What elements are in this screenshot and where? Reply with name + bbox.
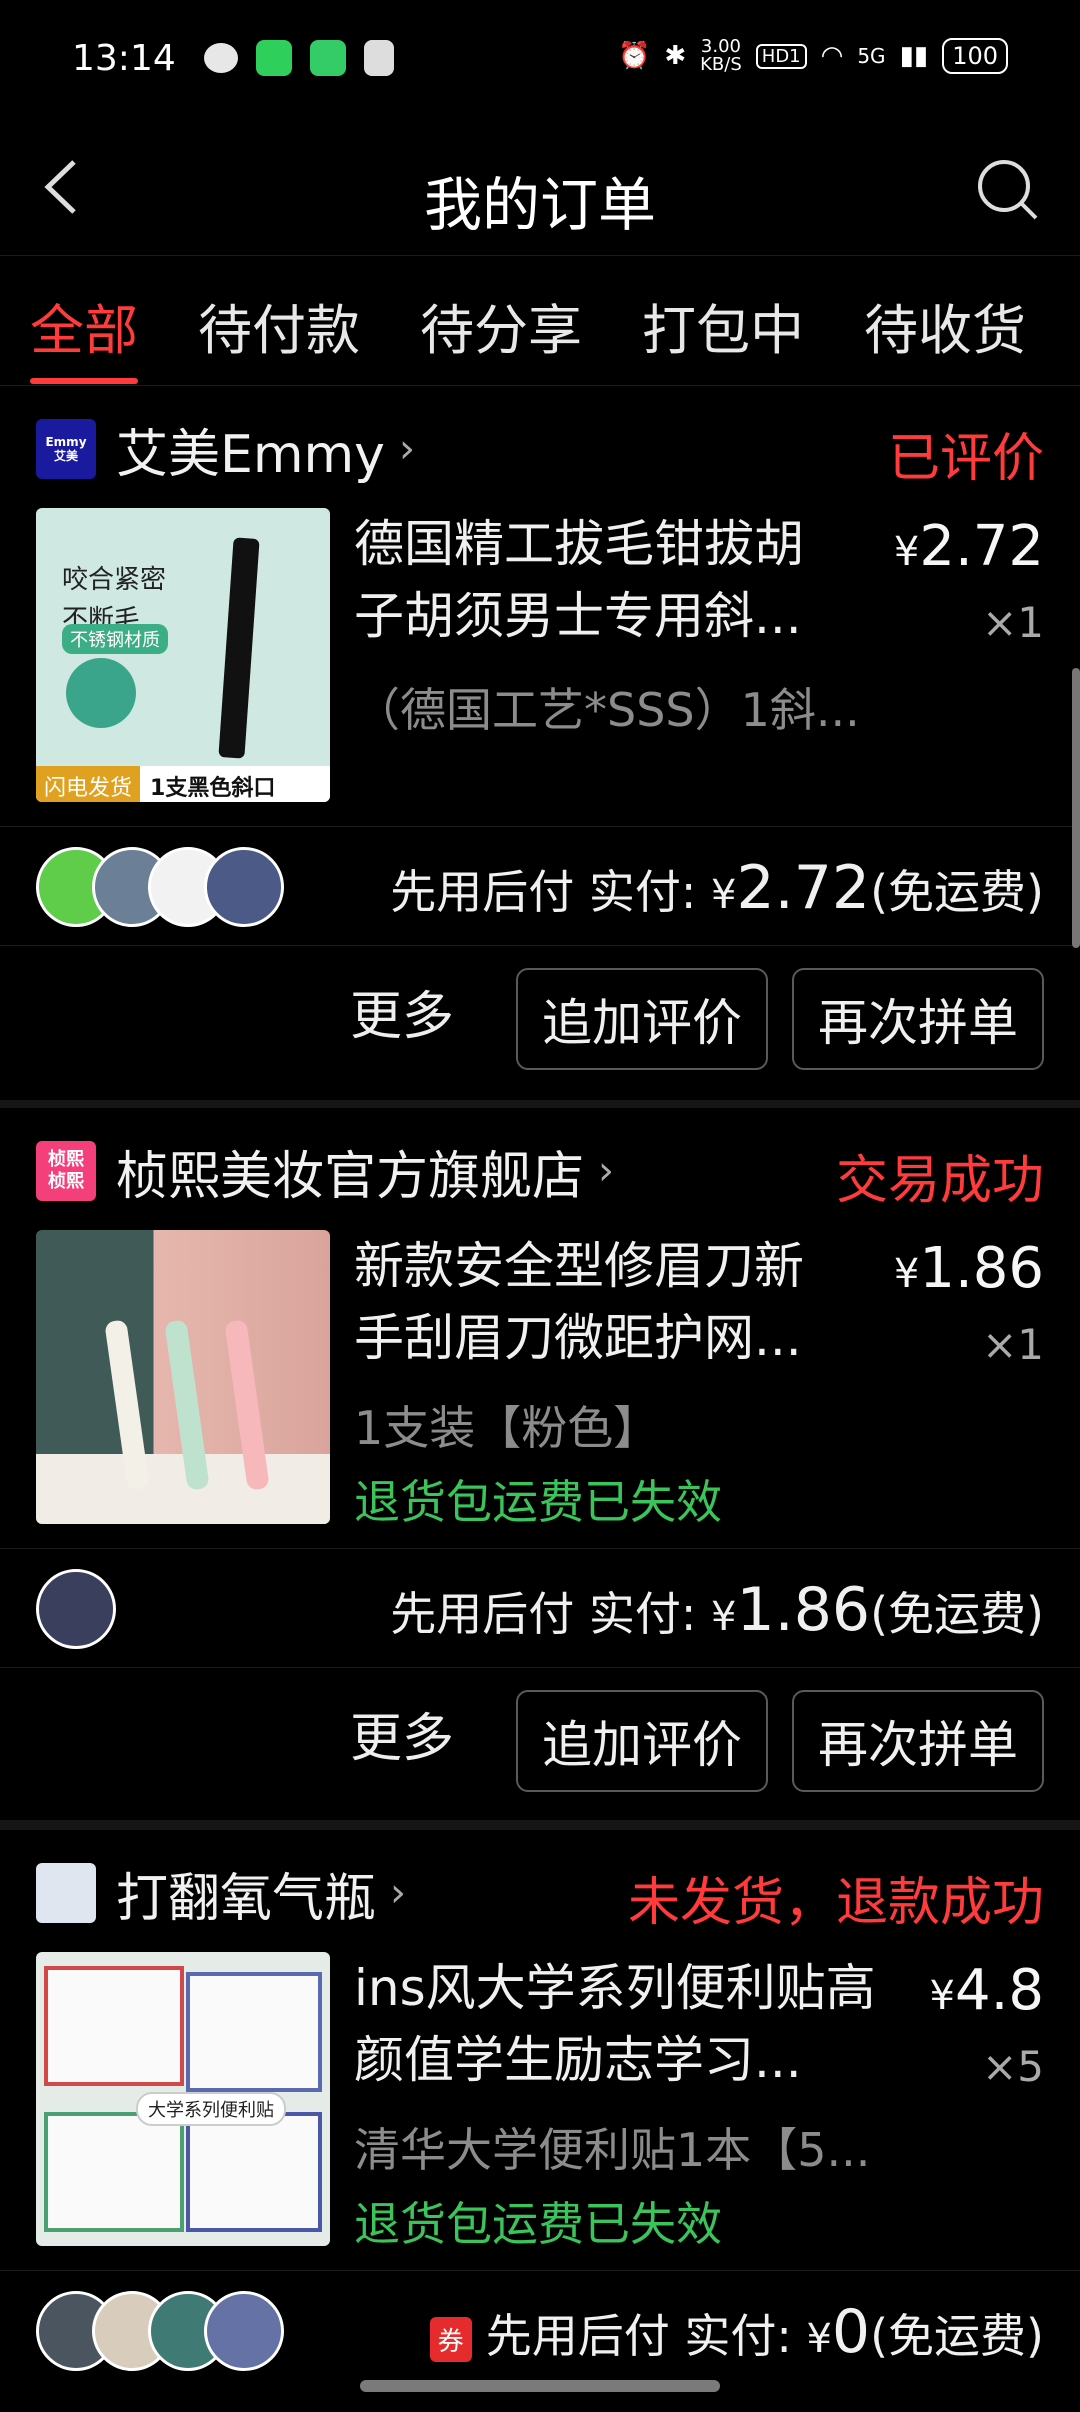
shop-name: 打翻氧气瓶: [116, 1868, 377, 1929]
header-bar: 我的订单: [0, 120, 1080, 256]
tweezers-image: [218, 537, 260, 759]
more-button[interactable]: 更多: [350, 1696, 454, 1771]
signal-5g: 5G: [857, 44, 886, 68]
system-icons: ⏰ ✱ 3.00 KB/S HD1 ◠ 5G ▮▮ 100: [618, 38, 1008, 74]
product-quantity: ×1: [982, 1320, 1044, 1369]
home-indicator[interactable]: [360, 2380, 720, 2392]
order-card: 打翻氧气瓶 › 未发货，退款成功 大学系列便利贴 ins风大学系列便利贴高颜值学…: [0, 1830, 1080, 2412]
shop-logo: 桢熙 桢熙: [36, 1141, 96, 1201]
shop-name: 艾美Emmy: [116, 424, 385, 485]
download-icon: [364, 40, 394, 76]
thumb-zoom-circle: [66, 658, 136, 728]
shop-link[interactable]: 桢熙 桢熙 桢熙美妆官方旗舰店 ›: [36, 1138, 615, 1207]
group-avatars[interactable]: [36, 1569, 116, 1649]
product-price: ¥1.86: [893, 1236, 1044, 1301]
payment-row: 券先用后付 实付: ¥0(免运费): [0, 2270, 1080, 2390]
product-title[interactable]: ins风大学系列便利贴高颜值学生励志学习...: [354, 1952, 894, 2096]
network-speed: 3.00 KB/S: [700, 36, 742, 75]
add-review-button[interactable]: 追加评价: [516, 1690, 768, 1792]
chevron-right-icon: ›: [598, 1148, 615, 1194]
chevron-right-icon: ›: [398, 426, 415, 472]
product-thumbnail[interactable]: [36, 1230, 330, 1524]
thumb-variant-label: 1支黑色斜口: [150, 776, 276, 801]
tab-pending-payment[interactable]: 待付款: [198, 286, 360, 365]
tab-pending-share[interactable]: 待分享: [420, 286, 582, 365]
order-actions: 更多 追加评价 再次拼单: [0, 1668, 1080, 1804]
product-spec: 清华大学便利贴1本【5...: [354, 2123, 871, 2177]
sticky-note-image: [186, 2112, 322, 2232]
avatar: [36, 1569, 116, 1649]
sticky-note-image: [44, 1966, 184, 2086]
notification-icons: [204, 40, 394, 76]
product-price: ¥2.72: [893, 514, 1044, 579]
order-card: Emmy 艾美 艾美Emmy › 已评价 咬合紧密 不断毛 不锈钢材质 闪电发货…: [0, 386, 1080, 1106]
group-avatars[interactable]: [36, 847, 284, 927]
payment-summary: 先用后付 实付: ¥1.86(免运费): [390, 1575, 1044, 1645]
bluetooth-icon: ✱: [664, 41, 687, 71]
avatar: [204, 2291, 284, 2371]
thumb-flash-delivery: 闪电发货: [36, 766, 141, 802]
shop-link[interactable]: Emmy 艾美 艾美Emmy ›: [36, 416, 415, 485]
shop-logo: [36, 1863, 96, 1923]
product-spec: 1支装【粉色】: [354, 1401, 660, 1455]
more-button[interactable]: 更多: [350, 974, 454, 1049]
tab-all[interactable]: 全部: [30, 286, 138, 365]
status-time: 13:14: [72, 38, 176, 79]
tab-packing[interactable]: 打包中: [642, 286, 804, 365]
scrollbar[interactable]: [1072, 668, 1080, 948]
message-icon: [256, 40, 292, 76]
product-thumbnail[interactable]: 咬合紧密 不断毛 不锈钢材质 闪电发货 1支黑色斜口: [36, 508, 330, 802]
wifi-icon: ◠: [820, 41, 844, 71]
return-shipping-note: 退货包运费已失效: [354, 2197, 722, 2251]
order-status: 已评价: [887, 429, 1044, 489]
payment-summary: 先用后付 实付: ¥2.72(免运费): [390, 853, 1044, 923]
product-quantity: ×1: [982, 598, 1044, 647]
search-icon[interactable]: [972, 154, 1044, 226]
order-status: 交易成功: [835, 1151, 1044, 1211]
alarm-icon: ⏰: [617, 41, 651, 71]
shop-link[interactable]: 打翻氧气瓶 ›: [36, 1860, 407, 1929]
shop-name: 桢熙美妆官方旗舰店: [116, 1146, 585, 1207]
battery-indicator: 100: [942, 38, 1008, 74]
product-spec: （德国工艺*SSS）1斜...: [354, 683, 860, 737]
product-title[interactable]: 新款安全型修眉刀新手刮眉刀微距护网...: [354, 1230, 834, 1374]
group-avatars[interactable]: [36, 2291, 284, 2371]
payment-row: 先用后付 实付: ¥2.72(免运费): [0, 826, 1080, 946]
active-tab-indicator: [30, 378, 138, 384]
avatar: [204, 847, 284, 927]
product-title[interactable]: 德国精工拔毛钳拔胡子胡须男士专用斜...: [354, 508, 834, 652]
order-card: 桢熙 桢熙 桢熙美妆官方旗舰店 › 交易成功 新款安全型修眉刀新手刮眉刀微距护网…: [0, 1108, 1080, 1820]
order-status: 未发货，退款成功: [627, 1873, 1044, 1933]
order-tabs: 全部 待付款 待分享 打包中 待收货: [0, 256, 1080, 386]
thumb-caption: 大学系列便利贴: [136, 2092, 286, 2126]
sticky-note-image: [44, 2112, 184, 2232]
product-price: ¥4.8: [929, 1958, 1044, 2023]
status-bar: 13:14 ⏰ ✱ 3.00 KB/S HD1 ◠ 5G ▮▮ 100: [0, 0, 1080, 120]
product-quantity: ×5: [982, 2042, 1044, 2091]
return-shipping-note: 退货包运费已失效: [354, 1475, 722, 1529]
payment-summary: 券先用后付 实付: ¥0(免运费): [429, 2297, 1044, 2367]
product-thumbnail[interactable]: 大学系列便利贴: [36, 1952, 330, 2246]
shop-logo: Emmy 艾美: [36, 419, 96, 479]
add-review-button[interactable]: 追加评价: [516, 968, 768, 1070]
battery-saver-icon: [310, 40, 346, 76]
page-title: 我的订单: [423, 171, 656, 239]
hd-icon: HD1: [755, 43, 807, 69]
reorder-button[interactable]: 再次拼单: [792, 1690, 1044, 1792]
thumb-badge: 不锈钢材质: [62, 624, 168, 654]
reorder-button[interactable]: 再次拼单: [792, 968, 1044, 1070]
thumb-caption-1: 咬合紧密: [62, 565, 167, 595]
payment-row: 先用后付 实付: ¥1.86(免运费): [0, 1548, 1080, 1668]
chevron-right-icon: ›: [390, 1870, 407, 1916]
order-actions: 更多 追加评价 再次拼单: [0, 946, 1080, 1082]
signal-bars-icon: ▮▮: [899, 41, 929, 71]
coupon-badge: 券: [429, 2317, 472, 2362]
wechat-icon: [204, 43, 238, 73]
sticky-note-image: [186, 1972, 322, 2092]
tab-pending-receipt[interactable]: 待收货: [864, 286, 1026, 365]
